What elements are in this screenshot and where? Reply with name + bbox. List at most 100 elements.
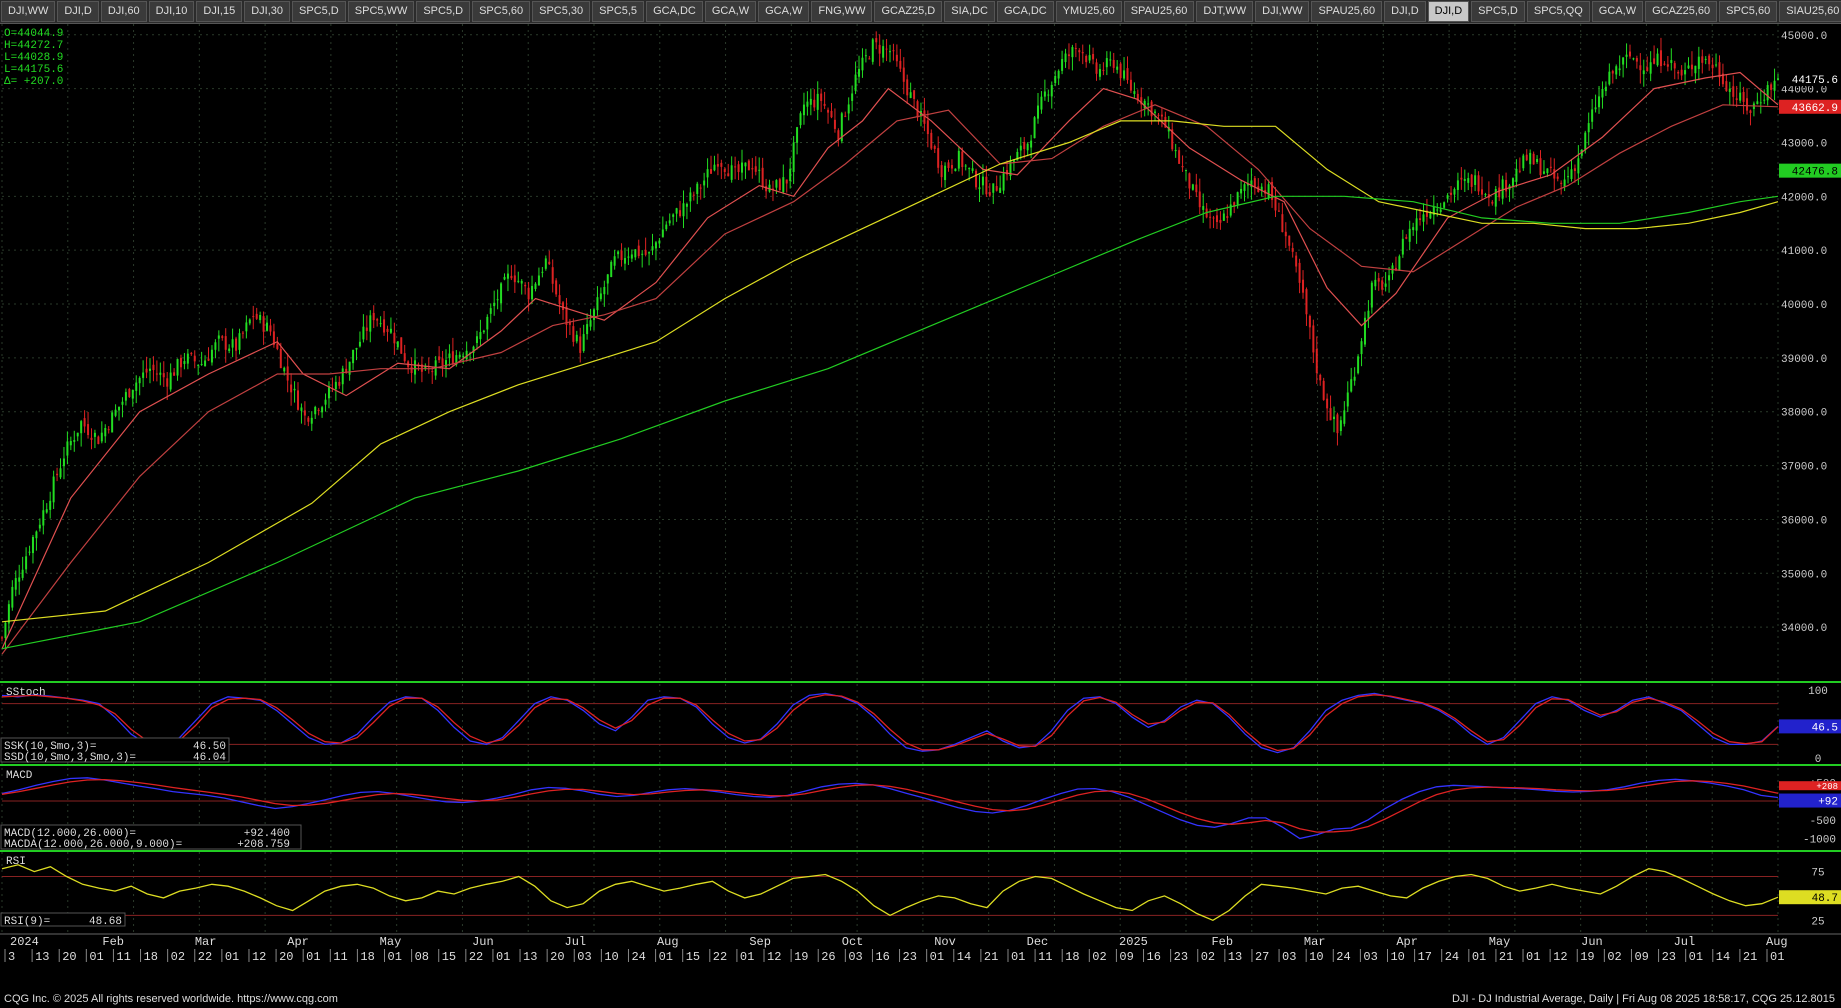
candle-body [4,622,7,639]
tab-dji-60[interactable]: DJI,60 [100,1,147,22]
tab-dji-d[interactable]: DJI,D [1427,1,1470,22]
tab-ymu25-60[interactable]: YMU25,60 [1055,1,1122,22]
tab-spc5-qq[interactable]: SPC5,QQ [1526,1,1590,22]
candle-body [93,432,96,437]
candle-body [1522,155,1525,169]
tab-dji-30[interactable]: DJI,30 [244,1,291,22]
x-day-label: 21 [984,950,998,964]
rsi-tick-25: 25 [1811,916,1824,928]
tab-dji-d[interactable]: DJI,D [57,1,99,22]
candle-body [1598,96,1601,108]
candle-body [1594,107,1597,110]
rsi-label: RSI(9)= [4,916,50,928]
candle-body [441,358,444,366]
tab-djt-ww[interactable]: DJT,WW [1196,1,1254,22]
x-day-label: 24 [1336,950,1350,964]
candle-body [531,285,534,300]
tab-fng-ww[interactable]: FNG,WW [811,1,873,22]
candle-body [35,531,38,539]
tab-gca-w[interactable]: GCA,W [758,1,810,22]
chart-area[interactable]: 34000.0 35000.0 36000.0 37000.0 38000.0 39000… [0,24,1841,992]
candle-body [737,164,740,173]
candle-body [200,363,203,365]
tab-spc5-60[interactable]: SPC5,60 [472,1,531,22]
candle-body [389,328,392,333]
ohlc-readout-4: Δ= +207.0 [4,76,63,88]
tab-gca-dc[interactable]: GCA,DC [996,1,1054,22]
tab-gca-dc[interactable]: GCA,DC [646,1,703,22]
tab-dji-ww[interactable]: DJI,WW [1255,1,1310,22]
candle-body [751,168,754,170]
y-tick-40000: 40000.0 [1781,300,1827,312]
candle-body [596,297,599,311]
tab-sia-dc[interactable]: SIA,DC [944,1,995,22]
candle-body [438,356,441,361]
candle-body [1160,114,1163,117]
candle-body [813,99,816,108]
x-day-label: 13 [523,950,537,964]
tab-spau25-60[interactable]: SPAU25,60 [1311,1,1383,22]
footer: CQG Inc. © 2025 All rights reserved worl… [0,992,1841,1008]
candle-body [1560,182,1563,184]
candle-body [121,401,124,405]
y-tick-36000: 36000.0 [1781,515,1827,527]
candle-body [685,203,688,207]
candle-body [1319,374,1322,381]
y-tick-43000: 43000.0 [1781,138,1827,150]
candle-body [1209,216,1212,218]
x-day-label: 26 [821,950,835,964]
tab-dji-10[interactable]: DJI,10 [148,1,195,22]
x-day-label: 01 [1770,950,1784,964]
candle-body [1446,195,1449,199]
candle-body [80,421,83,434]
candle-body [87,424,90,436]
candle-body [255,313,258,319]
x-day-label: 01 [740,950,754,964]
tab-spc5-d[interactable]: SPC5,D [1471,1,1525,22]
candle-body [675,208,678,214]
tab-spc5-d[interactable]: SPC5,D [416,1,471,22]
candle-body [317,409,320,411]
candle-body [1763,99,1766,101]
tab-spc5-5[interactable]: SPC5,5 [592,1,645,22]
candle-body [207,358,210,361]
candle-body [713,164,716,171]
x-day-label: 21 [1743,950,1757,964]
candle-body [293,388,296,391]
candle-body [1219,219,1222,223]
candle-body [517,280,520,282]
candle-body [1511,178,1514,187]
x-day-label: 22 [713,950,727,964]
candle-body [1057,70,1060,79]
tab-gcaz25-60[interactable]: GCAZ25,60 [1645,1,1718,22]
candle-body [231,339,234,348]
x-day-label: 20 [550,950,564,964]
candle-body [1450,192,1453,195]
tab-siau25-60[interactable]: SIAU25,60 [1779,1,1841,22]
candle-body [1567,176,1570,178]
candle-body [283,367,286,372]
candle-body [555,280,558,295]
tab-dji-15[interactable]: DJI,15 [196,1,243,22]
candle-body [1728,88,1731,92]
candle-body [235,338,238,351]
candle-body [334,381,337,390]
tab-spc5-30[interactable]: SPC5,30 [532,1,591,22]
tab-dji-d[interactable]: DJI,D [1384,1,1426,22]
candle-body [341,368,344,385]
candle-body [1109,59,1112,61]
x-month-label: Jul [565,935,587,949]
tab-spc5-60[interactable]: SPC5,60 [1719,1,1778,22]
tab-spc5-d[interactable]: SPC5,D [292,1,346,22]
tab-spc5-ww[interactable]: SPC5,WW [347,1,415,22]
candle-body [875,38,878,43]
tab-spau25-60[interactable]: SPAU25,60 [1123,1,1195,22]
candle-body [221,336,224,338]
tab-gca-w[interactable]: GCA,W [704,1,757,22]
tab-gca-w[interactable]: GCA,W [1591,1,1644,22]
tab-gcaz25-d[interactable]: GCAZ25,D [874,1,943,22]
tab-dji-ww[interactable]: DJI,WW [1,1,56,22]
candle-body [710,169,713,174]
candle-body [758,169,761,171]
candle-body [445,360,447,368]
